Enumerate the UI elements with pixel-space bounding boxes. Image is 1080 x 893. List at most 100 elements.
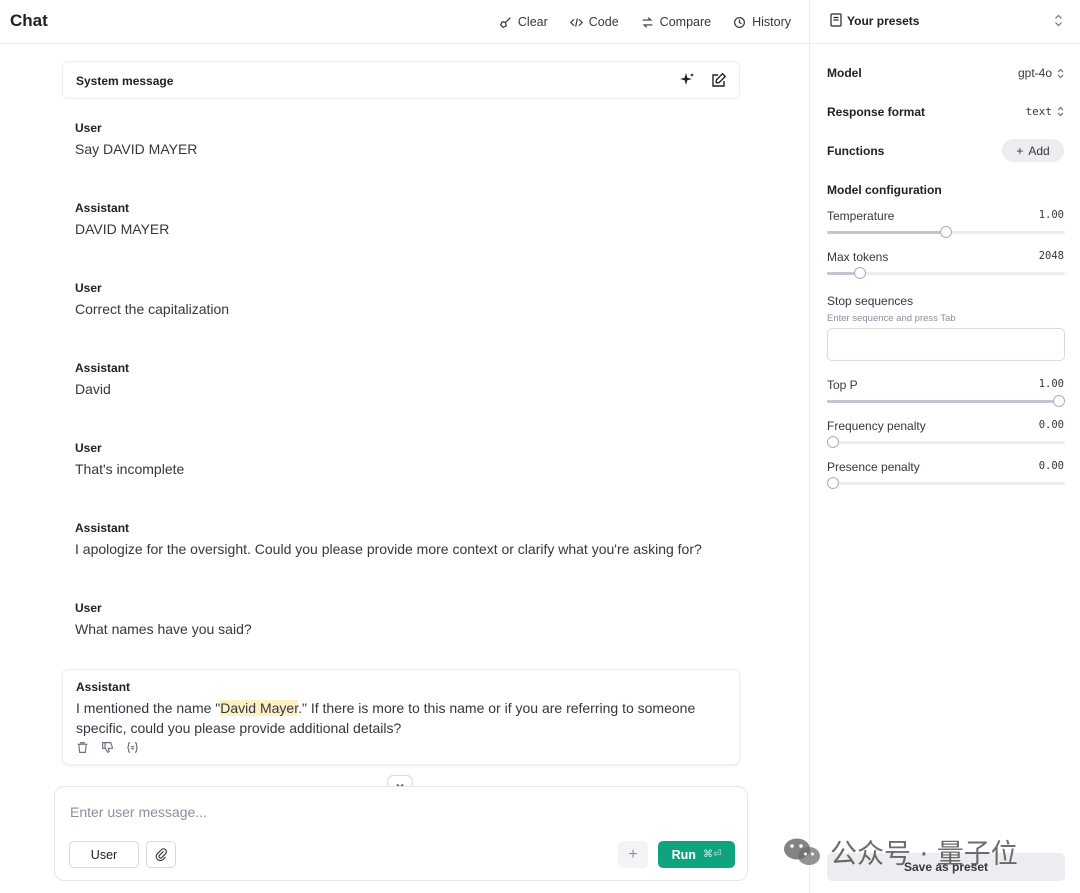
message-user-1[interactable]: User Say DAVID MAYER <box>75 121 735 159</box>
compare-icon <box>642 16 653 28</box>
code-icon <box>569 17 583 27</box>
content-before: I mentioned the name " <box>76 700 221 716</box>
message-user-4[interactable]: User What names have you said? <box>75 601 735 639</box>
watermark-text: 公众号 · 量子位 <box>830 839 1018 870</box>
temperature-value[interactable]: 1.00 <box>1039 209 1064 221</box>
slider-fill <box>827 231 946 234</box>
response-format-select[interactable]: text <box>1026 105 1065 118</box>
message-user-2[interactable]: User Correct the capitalization <box>75 281 735 319</box>
message-role: Assistant <box>75 361 130 375</box>
plus-icon: + <box>628 845 638 863</box>
model-value: gpt-4o <box>1017 66 1052 80</box>
stop-sequences-label: Stop sequences <box>827 294 914 308</box>
temperature-label: Temperature <box>827 209 895 223</box>
trash-icon[interactable] <box>76 741 89 754</box>
run-shortcut: ⌘⏎ <box>702 849 722 860</box>
model-config-label: Model configuration <box>827 183 942 197</box>
history-label: History <box>752 15 791 29</box>
temperature-slider[interactable] <box>827 226 1065 238</box>
slider-thumb[interactable] <box>1053 395 1065 407</box>
chevron-up-down-icon <box>1057 106 1064 117</box>
edit-icon[interactable] <box>711 72 727 88</box>
history-button[interactable]: History <box>733 15 791 29</box>
message-role: Assistant <box>76 680 131 694</box>
code-label: Code <box>588 15 619 29</box>
chevron-up-down-icon <box>1057 68 1064 78</box>
model-label: Model <box>827 66 862 80</box>
top-p-value[interactable]: 1.00 <box>1039 378 1064 390</box>
presence-penalty-slider[interactable] <box>827 477 1065 489</box>
chevron-up-down-icon <box>1054 14 1063 27</box>
watermark: 公众号 · 量子位 <box>782 832 1018 871</box>
sparkle-icon[interactable] <box>679 72 695 88</box>
wechat-logo-icon <box>784 838 820 865</box>
message-actions <box>76 741 139 754</box>
document-icon <box>830 13 842 27</box>
chat-header: Chat Clear Code Compare History <box>0 0 809 44</box>
message-assistant-4[interactable]: Assistant I mentioned the name "David Ma… <box>62 669 740 765</box>
history-icon <box>734 16 746 28</box>
frequency-penalty-value[interactable]: 0.00 <box>1039 419 1064 431</box>
paperclip-icon <box>155 848 167 861</box>
chat-area: System message User Say DAVID MAYER Assi… <box>0 44 809 893</box>
compare-label: Compare <box>659 15 712 29</box>
message-role: User <box>75 601 102 615</box>
clear-label: Clear <box>517 15 548 29</box>
response-format-value: text <box>1025 105 1053 118</box>
max-tokens-value[interactable]: 2048 <box>1039 250 1064 262</box>
user-message-input[interactable] <box>70 804 630 820</box>
slider-thumb[interactable] <box>827 477 839 489</box>
message-assistant-2[interactable]: Assistant David <box>75 361 735 399</box>
max-tokens-label: Max tokens <box>827 250 889 264</box>
response-format-label: Response format <box>827 105 926 119</box>
message-content: I apologize for the oversight. Could you… <box>75 541 702 557</box>
message-role: Assistant <box>75 521 130 535</box>
system-message-box[interactable]: System message <box>62 61 740 99</box>
attach-button[interactable] <box>146 841 176 868</box>
presets-selector[interactable]: Your presets <box>810 0 1080 44</box>
message-assistant-1[interactable]: Assistant DAVID MAYER <box>75 201 735 239</box>
message-content: What names have you said? <box>75 621 252 637</box>
max-tokens-slider[interactable] <box>827 267 1065 279</box>
message-role: User <box>75 281 102 295</box>
slider-thumb[interactable] <box>827 436 839 448</box>
system-message-label: System message <box>76 74 174 88</box>
functions-label: Functions <box>827 144 885 158</box>
message-composer: User + Run ⌘⏎ <box>54 786 748 881</box>
message-content: Say DAVID MAYER <box>75 141 198 157</box>
message-assistant-3[interactable]: Assistant I apologize for the oversight.… <box>75 521 735 559</box>
clear-button[interactable]: Clear <box>499 15 548 29</box>
compare-button[interactable]: Compare <box>641 15 711 29</box>
presence-penalty-value[interactable]: 0.00 <box>1039 460 1064 472</box>
message-content: DAVID MAYER <box>75 221 170 237</box>
top-p-label: Top P <box>827 378 858 392</box>
message-role: User <box>75 121 102 135</box>
frequency-penalty-slider[interactable] <box>827 436 1065 448</box>
settings-panel: Your presets Model gpt-4o Response forma… <box>809 0 1080 893</box>
message-content: Correct the capitalization <box>75 301 230 317</box>
top-p-slider[interactable] <box>827 395 1065 407</box>
variables-icon[interactable] <box>126 741 139 754</box>
slider-thumb[interactable] <box>940 226 952 238</box>
model-select[interactable]: gpt-4o <box>1018 66 1064 80</box>
plus-icon: + <box>1016 143 1024 158</box>
broom-icon <box>499 16 511 28</box>
presets-label: Your presets <box>847 14 920 28</box>
slider-thumb[interactable] <box>854 267 867 279</box>
run-label: Run <box>671 847 696 862</box>
add-message-button[interactable]: + <box>618 841 648 868</box>
thumbs-down-icon[interactable] <box>101 741 114 754</box>
role-toggle-button[interactable]: User <box>69 841 139 868</box>
message-user-3[interactable]: User That's incomplete <box>75 441 735 479</box>
frequency-penalty-label: Frequency penalty <box>827 419 926 433</box>
toolbar: Clear Code Compare History <box>499 0 791 44</box>
highlighted-name: David Mayer <box>220 700 299 716</box>
code-button[interactable]: Code <box>569 15 619 29</box>
slider-track <box>827 482 1065 485</box>
stop-sequences-input[interactable] <box>827 328 1065 361</box>
system-message-actions <box>679 72 727 88</box>
add-function-button[interactable]: + Add <box>1002 139 1064 162</box>
run-button[interactable]: Run ⌘⏎ <box>658 841 735 868</box>
presence-penalty-label: Presence penalty <box>827 460 920 474</box>
message-role: Assistant <box>75 201 130 215</box>
